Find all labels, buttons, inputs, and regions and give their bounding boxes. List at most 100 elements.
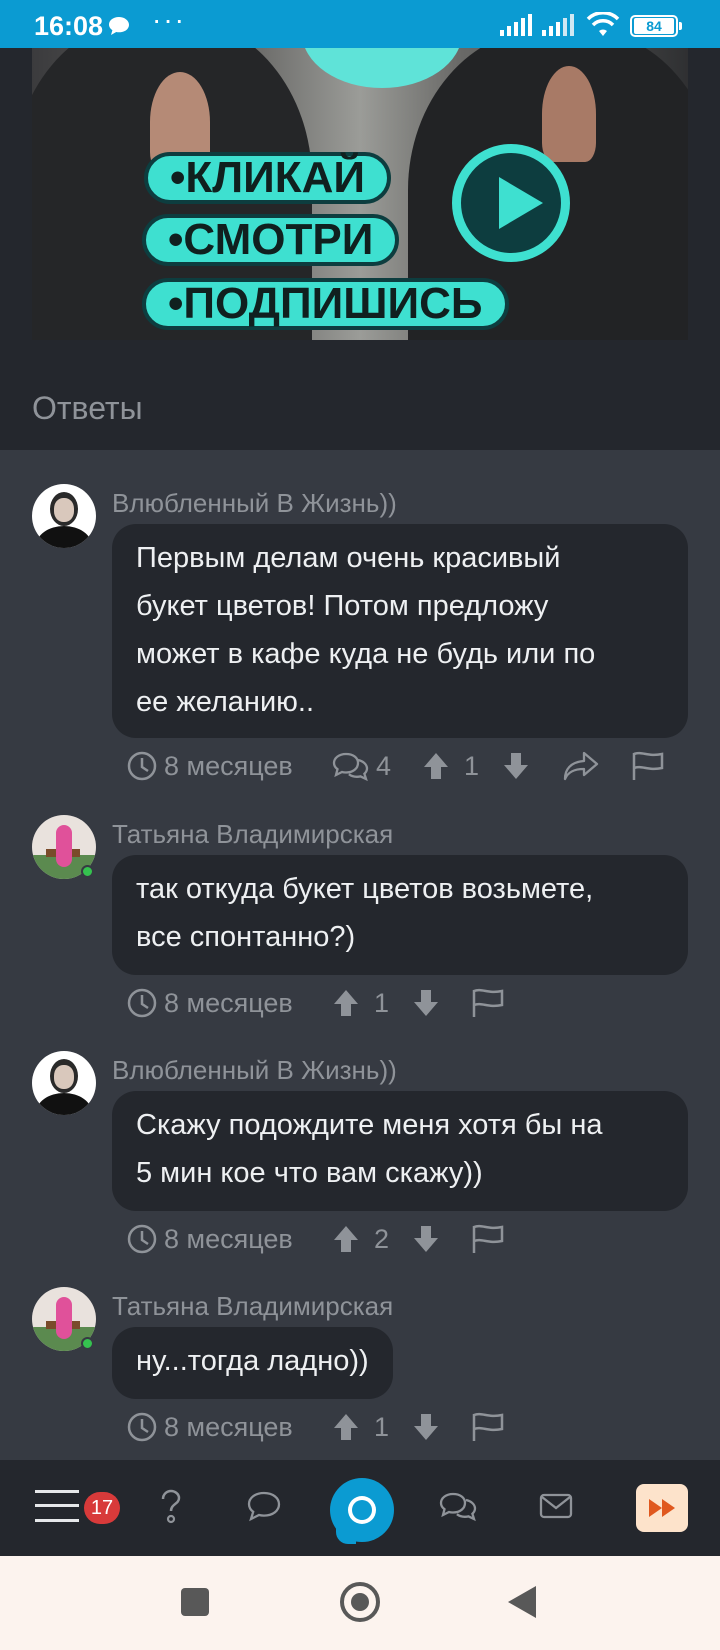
avatar[interactable]: [32, 1287, 96, 1351]
upvote-button[interactable]: [332, 983, 360, 1023]
comment-actions: 8 месяцев 4 1: [126, 746, 706, 786]
chat-button[interactable]: [244, 1460, 284, 1556]
home-icon[interactable]: [340, 1582, 380, 1622]
notification-badge: 17: [84, 1492, 120, 1524]
banner-tag-subscribe: •ПОДПИШИСЬ: [142, 278, 509, 330]
clock-icon: [126, 987, 158, 1019]
flag-icon: [470, 1411, 506, 1443]
status-time: 16:08: [34, 11, 104, 41]
avatar[interactable]: [32, 1051, 96, 1115]
comment-actions: 8 месяцев 1: [126, 1407, 526, 1447]
replies-icon: [332, 750, 370, 782]
comment-author[interactable]: Татьяна Владимирская: [112, 1291, 393, 1322]
arrow-up-icon: [422, 751, 450, 781]
share-icon: [562, 750, 600, 782]
comment-bubble: так откуда букет цветов возьмете, все сп…: [112, 855, 688, 975]
vote-count: 2: [374, 1219, 389, 1259]
vote-count: 1: [374, 983, 389, 1023]
online-indicator: [81, 865, 94, 878]
arrow-up-icon: [332, 988, 360, 1018]
system-nav-bar: [0, 1556, 720, 1650]
chat-icon: [246, 1490, 282, 1527]
praying-hands-right: [542, 66, 596, 162]
status-bar: 16:08 ··· 84: [0, 0, 720, 48]
avatar[interactable]: [32, 815, 96, 879]
comment-text-line: ее желанию..: [136, 686, 315, 718]
comment-text-line: ну...тогда ладно)): [136, 1345, 369, 1377]
comment-bubble: Первым делам очень красивый букет цветов…: [112, 524, 688, 738]
back-icon[interactable]: [508, 1586, 536, 1618]
flag-icon: [470, 987, 506, 1019]
comment-time: 8 месяцев: [164, 1223, 293, 1254]
arrow-down-icon: [412, 988, 440, 1018]
arrow-up-icon: [332, 1412, 360, 1442]
report-button[interactable]: [470, 1219, 506, 1259]
vote-count-text: 1: [464, 750, 480, 781]
comment-time: 8 месяцев: [164, 987, 293, 1018]
time-item: 8 месяцев: [126, 746, 293, 786]
time-item: 8 месяцев: [126, 983, 293, 1023]
flag-icon: [630, 750, 666, 782]
replies-button[interactable]: 4: [332, 746, 391, 786]
message-bubble-icon: [108, 16, 130, 41]
clock-icon: [126, 750, 158, 782]
top-section: •КЛИКАЙ •СМОТРИ •ПОДПИШИСЬ Ответы: [0, 48, 720, 450]
question-icon: [155, 1488, 185, 1529]
comment-actions: 8 месяцев 1: [126, 983, 526, 1023]
comment-author[interactable]: Влюбленный В Жизнь)): [112, 1055, 397, 1086]
bottom-nav: 17: [0, 1460, 720, 1556]
clock-icon: [126, 1223, 158, 1255]
comment-text-line: Скажу подождите меня хотя бы на: [136, 1109, 603, 1141]
time-item: 8 месяцев: [126, 1407, 293, 1447]
section-title: Ответы: [32, 390, 143, 426]
comment-author[interactable]: Татьяна Владимирская: [112, 819, 393, 850]
mail-icon: [539, 1492, 573, 1525]
share-button[interactable]: [562, 746, 600, 786]
vote-count-text: 2: [374, 1223, 390, 1254]
clock-icon: [126, 1411, 158, 1443]
vote-count: 1: [464, 746, 479, 786]
report-button[interactable]: [470, 983, 506, 1023]
questions-button[interactable]: [152, 1460, 188, 1556]
downvote-button[interactable]: [412, 983, 440, 1023]
fast-forward-icon: [648, 1498, 676, 1523]
fast-forward-button[interactable]: [636, 1484, 688, 1532]
comment-text-line: все спонтанно?): [136, 921, 356, 953]
downvote-button[interactable]: [412, 1219, 440, 1259]
vote-count-text: 1: [374, 1411, 390, 1442]
comment-text-line: Первым делам очень красивый: [136, 542, 561, 574]
signal-icon: [500, 14, 534, 41]
downvote-button[interactable]: [502, 746, 530, 786]
menu-button[interactable]: [34, 1460, 80, 1556]
replies-count: 4: [376, 750, 392, 781]
comment-text-line: так откуда букет цветов возьмете,: [136, 873, 594, 905]
banner-tag-watch: •СМОТРИ: [142, 214, 400, 266]
comment-time: 8 месяцев: [164, 750, 293, 781]
recents-icon[interactable]: [181, 1588, 209, 1616]
banner-tag-click: •КЛИКАЙ: [144, 152, 392, 204]
mail-button[interactable]: [538, 1460, 574, 1556]
comment-text-line: 5 мин кое что вам скажу)): [136, 1157, 483, 1189]
upvote-button[interactable]: [422, 746, 450, 786]
discussions-button[interactable]: [438, 1460, 480, 1556]
more-dots: ···: [152, 4, 186, 35]
play-icon[interactable]: [452, 144, 570, 262]
avatar[interactable]: [32, 484, 96, 548]
wifi-icon: [586, 11, 620, 43]
discussions-icon: [439, 1490, 479, 1527]
arrow-down-icon: [412, 1412, 440, 1442]
upvote-button[interactable]: [332, 1407, 360, 1447]
comment-author[interactable]: Влюбленный В Жизнь)): [112, 488, 397, 519]
vote-count: 1: [374, 1407, 389, 1447]
home-logo-button[interactable]: [330, 1478, 394, 1544]
downvote-button[interactable]: [412, 1407, 440, 1447]
comment-bubble: Скажу подождите меня хотя бы на 5 мин ко…: [112, 1091, 688, 1211]
report-button[interactable]: [470, 1407, 506, 1447]
arrow-down-icon: [502, 751, 530, 781]
comment-text-line: букет цветов! Потом предложу: [136, 590, 549, 622]
video-banner[interactable]: •КЛИКАЙ •СМОТРИ •ПОДПИШИСЬ: [32, 48, 688, 340]
upvote-button[interactable]: [332, 1219, 360, 1259]
comment-bubble: ну...тогда ладно)): [112, 1327, 393, 1399]
report-button[interactable]: [630, 746, 666, 786]
flag-icon: [470, 1223, 506, 1255]
